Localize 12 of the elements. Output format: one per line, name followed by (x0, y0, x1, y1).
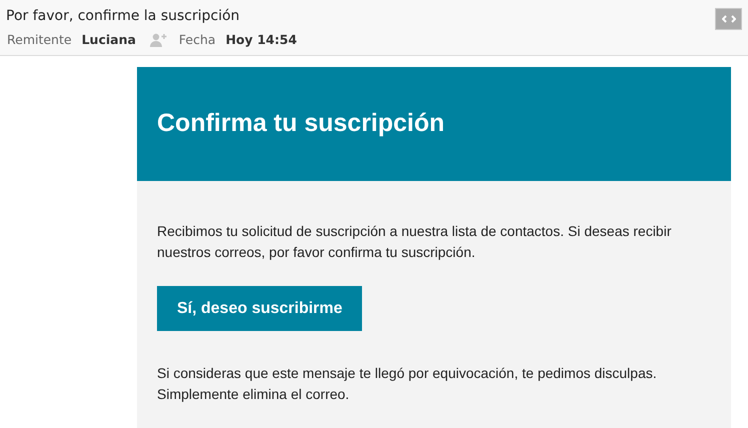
toggle-code-view-button[interactable] (715, 8, 742, 30)
date-value: Hoy 14:54 (226, 32, 297, 48)
footer-paragraph: Si consideras que este mensaje te llegó por equivocación, te pedimos disculpas. Simplemente elimina el correo. (157, 364, 658, 404)
sender-name: Luciana (82, 32, 136, 48)
code-icon (722, 15, 736, 23)
field-label: Remitente (7, 32, 72, 48)
field-label: Fecha (178, 32, 216, 48)
subscribe-button[interactable]: Sí, deseo suscribirme (157, 286, 362, 331)
intro-paragraph: Recibimos tu solicitud de suscripción a nuestra lista de contactos. Si deseas recibir nuestros correos, por favor confirma tu suscripción. (157, 222, 672, 262)
email-subject: Por favor, confirme la suscripción (6, 7, 241, 25)
add-contact-icon[interactable] (150, 33, 168, 47)
email-heading: Confirma tu suscripción (157, 108, 445, 140)
